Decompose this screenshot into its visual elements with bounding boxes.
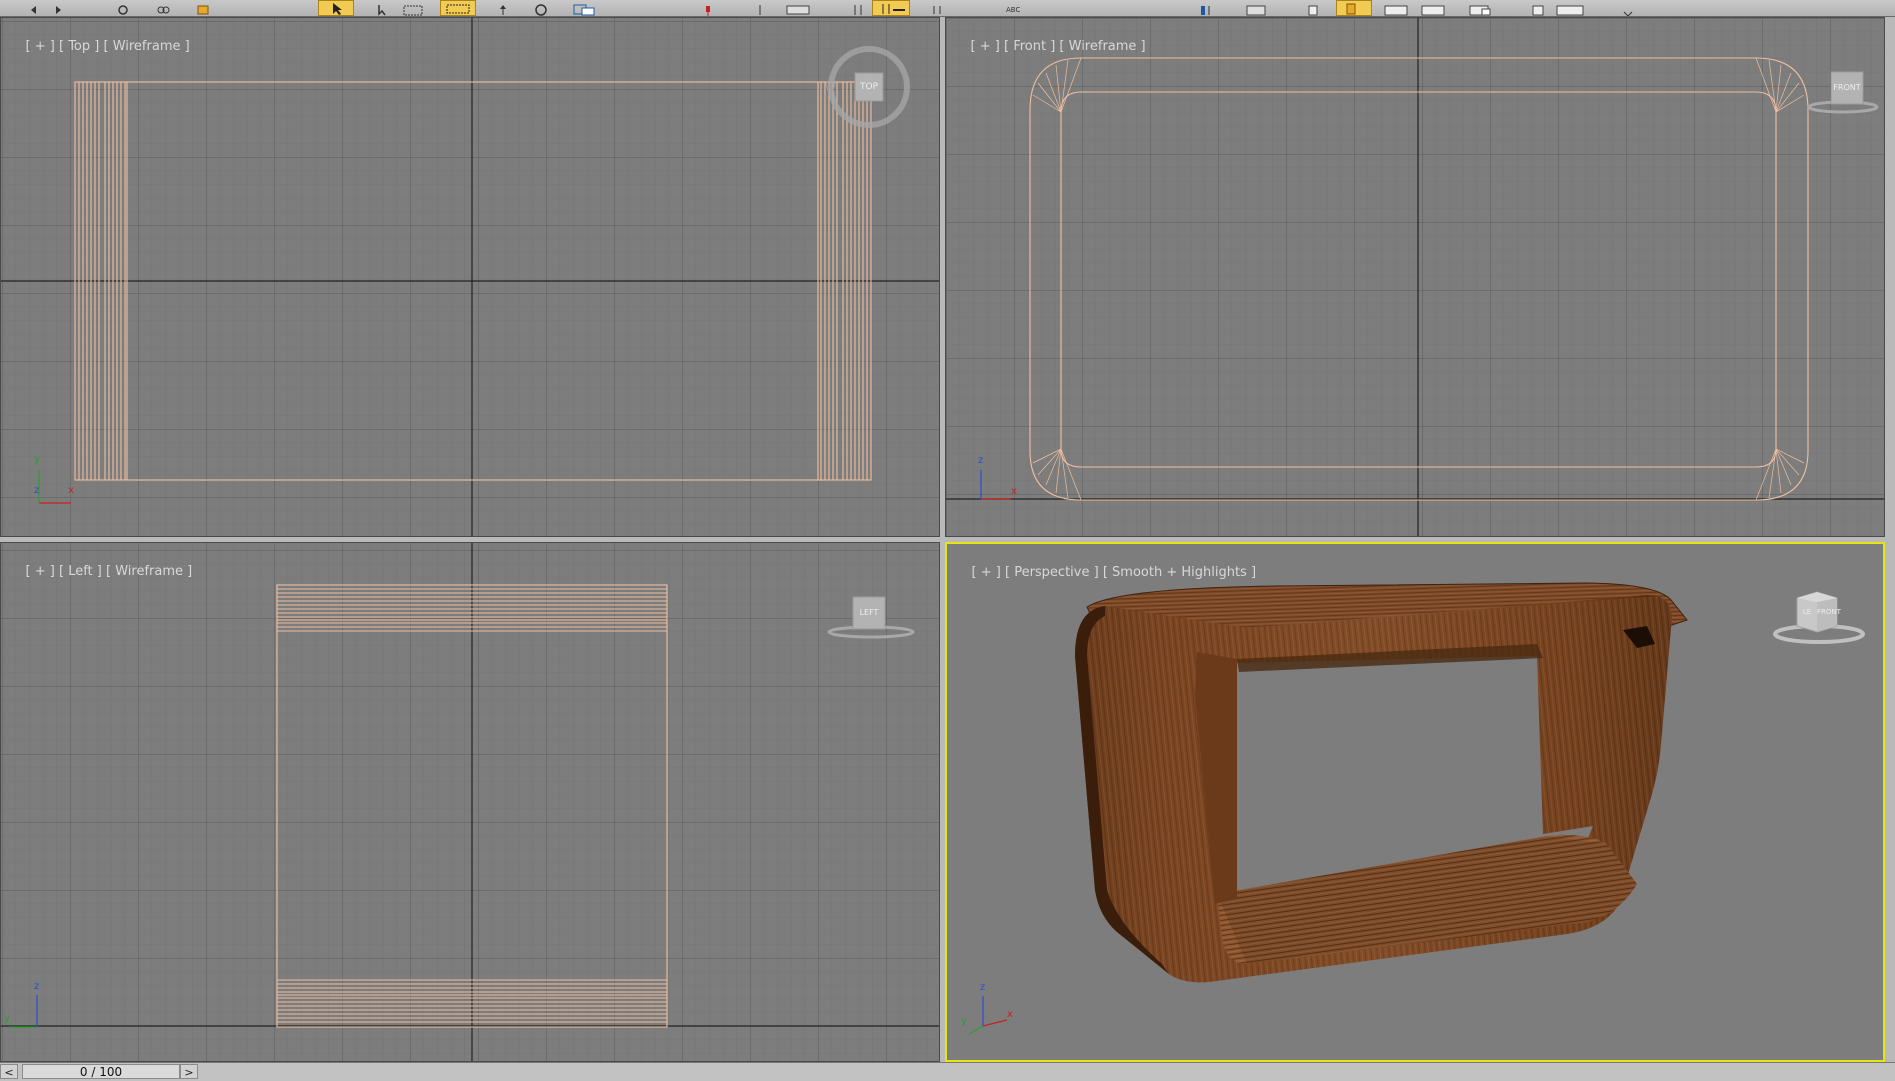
spinner-snap-icon[interactable]: ABC xyxy=(1005,1,1021,14)
main-toolbar: ABC xyxy=(0,0,1895,17)
viewport-top[interactable]: [ + ] [ Top ] [ Wireframe ] y z x TOP W xyxy=(0,17,940,537)
layer-icon[interactable] xyxy=(1336,0,1372,16)
curve-editor-icon[interactable] xyxy=(1383,1,1408,16)
viewport-left-canvas[interactable] xyxy=(1,543,940,1062)
render-frame-icon[interactable] xyxy=(1555,1,1584,16)
perspective-axis-x-label: x xyxy=(1007,1009,1013,1020)
viewcube-front-face-label[interactable]: FRONT xyxy=(1831,83,1863,92)
rect-select-icon[interactable] xyxy=(402,1,423,16)
rotate-icon[interactable] xyxy=(533,1,549,16)
viewport-perspective-plus-menu[interactable]: [ + ] xyxy=(972,565,1001,580)
viewport-front-canvas[interactable] xyxy=(946,18,1885,537)
viewcube-left-face-label[interactable]: LEFT xyxy=(853,608,885,617)
select-manipulate-icon[interactable] xyxy=(785,1,810,15)
percent-snap-icon[interactable] xyxy=(930,1,946,14)
time-next-button[interactable]: > xyxy=(180,1064,198,1079)
viewcube-3d-cube-icon xyxy=(1773,591,1865,644)
viewcube-perspective-front-label[interactable]: FRONT xyxy=(1817,608,1841,616)
angle-snap-icon[interactable] xyxy=(872,0,910,16)
front-axis-z-label: z xyxy=(978,455,984,466)
time-slider-bar: < 0 / 100 > xyxy=(0,1062,1895,1081)
align-icon[interactable] xyxy=(1305,1,1321,16)
bind-icon[interactable] xyxy=(195,1,211,15)
select-by-name-icon[interactable] xyxy=(375,1,391,16)
viewcube-left[interactable]: LEFT xyxy=(823,591,923,639)
viewport-left-label[interactable]: [ + ] [ Left ] [ Wireframe ] xyxy=(9,549,193,594)
left-axis-y-label: y xyxy=(4,1013,10,1024)
viewport-front-shading-menu[interactable]: [ Wireframe ] xyxy=(1059,39,1145,54)
material-editor-icon[interactable] xyxy=(1468,1,1491,16)
viewcube-front[interactable]: FRONT xyxy=(1791,66,1883,114)
perspective-wood-object[interactable] xyxy=(1075,582,1688,983)
undo-icon[interactable] xyxy=(28,1,44,14)
reference-coord-icon[interactable] xyxy=(700,1,716,16)
viewcube-top-face-label[interactable]: TOP xyxy=(855,82,883,92)
viewport-left-shading-menu[interactable]: [ Wireframe ] xyxy=(106,564,192,579)
viewport-perspective[interactable]: [ + ] [ Perspective ] [ Smooth + Highlig… xyxy=(945,542,1885,1062)
viewcube-top-west-label[interactable]: W xyxy=(825,81,836,94)
viewport-left[interactable]: [ + ] [ Left ] [ Wireframe ] z y LEFT xyxy=(0,542,940,1062)
viewport-front-plus-menu[interactable]: [ + ] xyxy=(971,39,1000,54)
render-icon[interactable] xyxy=(1620,1,1636,17)
mirror-icon[interactable] xyxy=(1245,1,1266,16)
front-axis-x-label: x xyxy=(1011,486,1017,497)
viewport-left-plus-menu[interactable]: [ + ] xyxy=(26,564,55,579)
viewport-perspective-shading-menu[interactable]: [ Smooth + Highlights ] xyxy=(1103,565,1256,580)
svg-text:ABC: ABC xyxy=(1006,6,1020,14)
viewport-top-canvas[interactable] xyxy=(1,18,940,537)
top-axis-z-label: z xyxy=(34,485,40,496)
time-slider-thumb[interactable]: 0 / 100 xyxy=(22,1064,180,1079)
time-prev-button[interactable]: < xyxy=(0,1064,18,1079)
viewport-front-label[interactable]: [ + ] [ Front ] [ Wireframe ] xyxy=(954,24,1146,69)
perspective-axis-z-label: z xyxy=(980,982,986,993)
viewcube-top[interactable]: TOP W xyxy=(825,46,910,128)
viewport-top-plus-menu[interactable]: [ + ] xyxy=(26,39,55,54)
viewport-perspective-view-menu[interactable]: [ Perspective ] xyxy=(1005,565,1099,580)
render-setup-icon[interactable] xyxy=(1530,1,1546,16)
redo-icon[interactable] xyxy=(48,1,64,14)
schematic-icon[interactable] xyxy=(1420,1,1445,16)
window-crossing-icon[interactable] xyxy=(440,0,476,16)
link-icon[interactable] xyxy=(115,1,131,15)
viewport-perspective-canvas[interactable] xyxy=(947,544,1883,1060)
snap-icon[interactable] xyxy=(850,1,866,15)
viewport-front-view-menu[interactable]: [ Front ] xyxy=(1004,39,1055,54)
viewport-top-shading-menu[interactable]: [ Wireframe ] xyxy=(103,39,189,54)
unlink-icon[interactable] xyxy=(155,1,171,14)
left-axis-z-label: z xyxy=(34,981,40,992)
viewport-perspective-label[interactable]: [ + ] [ Perspective ] [ Smooth + Highlig… xyxy=(955,550,1257,595)
viewport-top-view-menu[interactable]: [ Top ] xyxy=(59,39,99,54)
top-axis-y-label: y xyxy=(34,454,40,465)
pivot-icon[interactable] xyxy=(752,1,768,15)
viewcube-perspective-side-label[interactable]: LE xyxy=(1799,608,1815,616)
select-icon[interactable] xyxy=(318,0,354,16)
top-axis-x-label: x xyxy=(68,485,74,496)
scale-icon[interactable] xyxy=(572,1,595,16)
move-icon[interactable] xyxy=(495,1,511,15)
viewport-top-label[interactable]: [ + ] [ Top ] [ Wireframe ] xyxy=(9,24,190,69)
perspective-axis-y-label: y xyxy=(961,1016,967,1027)
viewport-front[interactable]: [ + ] [ Front ] [ Wireframe ] z x FRONT xyxy=(945,17,1885,537)
named-selection-icon[interactable] xyxy=(1198,1,1214,15)
viewcube-perspective[interactable]: FRONT LE xyxy=(1769,586,1869,646)
viewport-left-view-menu[interactable]: [ Left ] xyxy=(59,564,102,579)
